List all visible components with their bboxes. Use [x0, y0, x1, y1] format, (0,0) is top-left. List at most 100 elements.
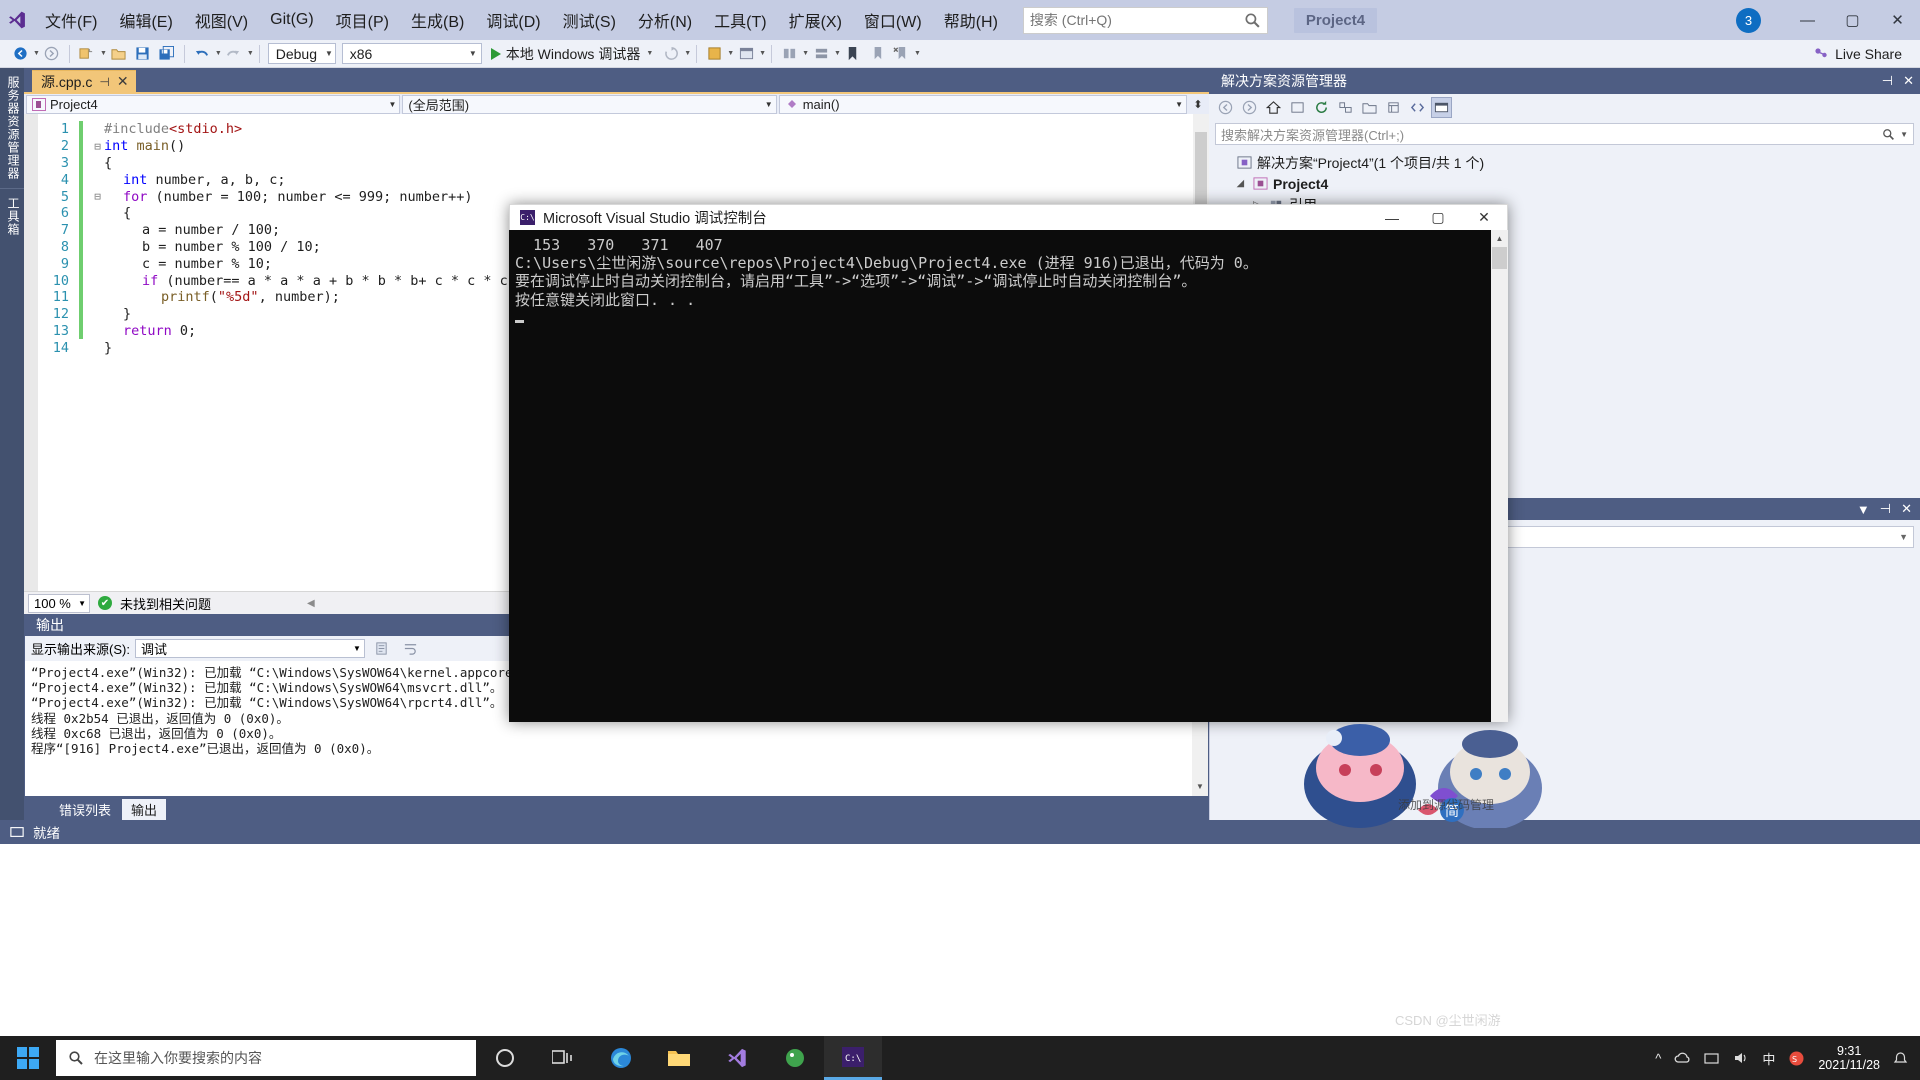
code-line[interactable]: 11printf("%5d", number);: [24, 289, 516, 306]
code-line[interactable]: 2⊟int main(): [24, 138, 516, 155]
code-line[interactable]: 14}: [24, 339, 516, 356]
forward-icon[interactable]: [1239, 97, 1260, 118]
forward-arrow-icon[interactable]: [41, 43, 63, 65]
ime-indicator[interactable]: 中: [1762, 1049, 1775, 1068]
fold-toggle[interactable]: ⊟: [91, 190, 104, 203]
scrollbar-thumb[interactable]: [1195, 132, 1207, 206]
visual-studio-icon[interactable]: [708, 1036, 766, 1080]
expand-toggle-icon[interactable]: ◢: [1237, 178, 1248, 189]
chevron-down-icon[interactable]: ▼: [1857, 502, 1870, 517]
notification-icon[interactable]: [1893, 1051, 1908, 1066]
close-icon[interactable]: ✕: [117, 73, 129, 90]
console-output-area[interactable]: 153 370 371 407C:\Users\尘世闲游\source\repo…: [509, 230, 1508, 722]
onedrive-icon[interactable]: [1674, 1051, 1691, 1065]
code-line[interactable]: 8b = number % 100 / 10;: [24, 239, 516, 256]
console-close-button[interactable]: ✕: [1461, 205, 1507, 231]
start-debugging-button[interactable]: 本地 Windows 调试器 ▼: [485, 42, 660, 66]
menu-help[interactable]: 帮助(H): [933, 0, 1009, 40]
fold-toggle[interactable]: ⊟: [91, 140, 104, 153]
menu-git[interactable]: Git(G): [259, 0, 325, 40]
back-dropdown-caret[interactable]: ▼: [33, 50, 40, 57]
ime-logo-icon[interactable]: S: [1788, 1051, 1805, 1066]
code-line[interactable]: 10if (number== a * a * a + b * b * b+ c …: [24, 272, 516, 289]
nav-member-combo[interactable]: main() ▼: [779, 95, 1187, 114]
back-arrow-icon[interactable]: [9, 43, 31, 65]
server-explorer-tab[interactable]: 服务器资源管理器: [0, 68, 27, 189]
step-over-icon[interactable]: [778, 43, 800, 65]
menu-debug[interactable]: 调试(D): [475, 0, 551, 40]
toggle-wordwrap-icon[interactable]: [400, 638, 422, 660]
pin-icon[interactable]: ⊣: [1882, 73, 1893, 89]
code-line[interactable]: 1#include<stdio.h>: [24, 121, 516, 138]
console-maximize-button[interactable]: ▢: [1415, 205, 1461, 231]
show-all-files-icon[interactable]: [1359, 97, 1380, 118]
maximize-button[interactable]: ▢: [1830, 0, 1875, 40]
console-scrollbar[interactable]: ▲: [1491, 230, 1508, 722]
preview-selected-items-icon[interactable]: [1431, 97, 1452, 118]
console-window-icon[interactable]: C:\: [824, 1036, 882, 1080]
chevron-down-icon[interactable]: ▼: [1900, 130, 1908, 139]
close-icon[interactable]: ✕: [1903, 73, 1914, 89]
network-icon[interactable]: [1704, 1051, 1720, 1065]
open-file-icon[interactable]: [108, 43, 130, 65]
pin-icon[interactable]: ⊣: [1880, 501, 1891, 517]
code-line[interactable]: 9c = number % 10;: [24, 255, 516, 272]
code-line[interactable]: 12}: [24, 306, 516, 323]
code-line[interactable]: 7a = number / 100;: [24, 222, 516, 239]
split-view-icon[interactable]: ⬍: [1189, 98, 1207, 111]
debug-console-window[interactable]: C:\ Microsoft Visual Studio 调试控制台 — ▢ ✕ …: [509, 204, 1508, 722]
scroll-up-icon[interactable]: ▲: [1491, 230, 1508, 247]
cortana-icon[interactable]: [476, 1036, 534, 1080]
code-view-icon[interactable]: [1407, 97, 1428, 118]
menu-analyze[interactable]: 分析(N): [627, 0, 703, 40]
refresh-icon[interactable]: [1311, 97, 1332, 118]
menu-file[interactable]: 文件(F): [34, 0, 108, 40]
save-icon[interactable]: [132, 43, 154, 65]
zoom-combo[interactable]: 100 % ▼: [28, 594, 90, 613]
find-caret[interactable]: ▼: [727, 50, 734, 57]
console-title-bar[interactable]: C:\ Microsoft Visual Studio 调试控制台 — ▢ ✕: [509, 204, 1508, 230]
find-icon[interactable]: [703, 43, 725, 65]
solution-tree-item[interactable]: ◢Project4: [1217, 173, 1920, 194]
undo-dropdown-caret[interactable]: ▼: [215, 50, 222, 57]
nav-scope-combo[interactable]: (全局范围) ▼: [402, 95, 776, 114]
menu-build[interactable]: 生成(B): [400, 0, 475, 40]
code-line[interactable]: 13return 0;: [24, 323, 516, 340]
pin-icon[interactable]: ⊣: [99, 75, 109, 89]
pending-changes-icon[interactable]: [1287, 97, 1308, 118]
live-share-button[interactable]: Live Share: [1813, 46, 1920, 62]
chevron-down-icon[interactable]: ▼: [1899, 532, 1908, 542]
hot-reload-caret[interactable]: ▼: [684, 50, 691, 57]
nav-project-combo[interactable]: Project4 ▼: [26, 95, 400, 114]
solution-config-combo[interactable]: Debug ▼: [268, 43, 336, 64]
redo-dropdown-caret[interactable]: ▼: [247, 50, 254, 57]
scroll-left-icon[interactable]: ◀: [307, 598, 315, 609]
volume-icon[interactable]: [1733, 1051, 1749, 1065]
menu-edit[interactable]: 编辑(E): [108, 0, 183, 40]
taskbar-clock[interactable]: 9:31 2021/11/28: [1818, 1044, 1880, 1073]
next-bookmark-icon[interactable]: [866, 43, 888, 65]
clear-output-icon[interactable]: [371, 638, 393, 660]
breakpoints-caret[interactable]: ▼: [834, 50, 841, 57]
back-icon[interactable]: [1215, 97, 1236, 118]
windows-start-icon[interactable]: [0, 1036, 56, 1080]
solution-tree-item[interactable]: 解决方案“Project4”(1 个项目/共 1 个): [1217, 152, 1920, 173]
breakpoints-icon[interactable]: [810, 43, 832, 65]
code-line[interactable]: 4int number, a, b, c;: [24, 171, 516, 188]
scroll-down-icon[interactable]: ▼: [1192, 782, 1208, 796]
window-layout-icon[interactable]: [735, 43, 757, 65]
menu-tools[interactable]: 工具(T): [703, 0, 777, 40]
toolbox-tab[interactable]: 工具箱: [0, 189, 27, 244]
tab-error-list[interactable]: 错误列表: [50, 799, 120, 820]
window-layout-caret[interactable]: ▼: [759, 50, 766, 57]
edge-icon[interactable]: [592, 1036, 650, 1080]
home-icon[interactable]: [1263, 97, 1284, 118]
close-icon[interactable]: ✕: [1901, 501, 1912, 517]
scrollbar-thumb[interactable]: [1492, 247, 1507, 269]
menu-extensions[interactable]: 扩展(X): [778, 0, 853, 40]
painter-icon[interactable]: [766, 1036, 824, 1080]
close-button[interactable]: ✕: [1875, 0, 1920, 40]
new-project-icon[interactable]: [76, 43, 98, 65]
show-hidden-icons[interactable]: ^: [1655, 1051, 1661, 1066]
menu-project[interactable]: 项目(P): [325, 0, 400, 40]
